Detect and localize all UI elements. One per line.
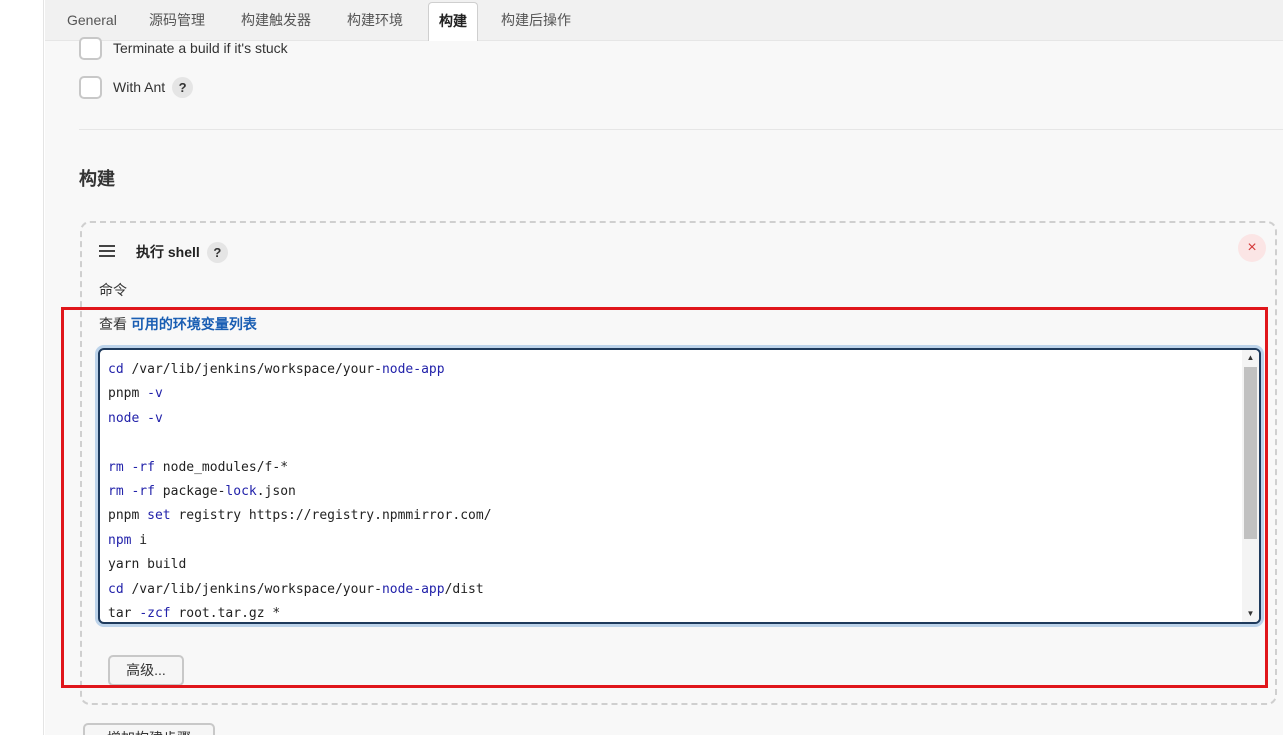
build-section-title: 构建 <box>79 169 115 189</box>
tab-general[interactable]: General <box>67 0 117 41</box>
drag-handle-icon[interactable] <box>99 245 115 257</box>
code-line: rm -rf node_modules/f-* <box>108 459 289 475</box>
help-icon[interactable]: ? <box>172 76 194 98</box>
code-line: npm i <box>108 532 148 548</box>
step-title: 执行 shell <box>136 244 200 260</box>
add-build-step-button[interactable]: 增加构建步骤 <box>83 723 215 735</box>
tab-post-build[interactable]: 构建后操作 <box>501 0 571 41</box>
scroll-down-icon[interactable]: ▼ <box>1242 606 1259 622</box>
code-line: tar -zcf root.tar.gz * <box>108 605 281 621</box>
code-line: cd /var/lib/jenkins/workspace/your-node-… <box>108 581 484 597</box>
left-gutter <box>0 0 44 735</box>
terminate-stuck-label: Terminate a build if it's stuck <box>113 40 288 56</box>
help-icon[interactable]: ? <box>206 241 228 263</box>
remove-step-button[interactable]: × <box>1238 234 1266 262</box>
env-vars-line: 查看 可用的环境变量列表 <box>99 314 257 334</box>
option-terminate-stuck: Terminate a build if it's stuck <box>79 36 288 60</box>
config-tabs: General 源码管理 构建触发器 构建环境 构建 构建后操作 <box>45 0 1283 41</box>
code-line: ​ <box>108 431 492 455</box>
section-divider <box>79 129 1283 130</box>
scroll-up-icon[interactable]: ▲ <box>1242 350 1259 366</box>
command-editor[interactable]: cd /var/lib/jenkins/workspace/your-node-… <box>98 348 1261 624</box>
with-ant-label: With Ant <box>113 79 166 95</box>
config-main: General 源码管理 构建触发器 构建环境 构建 构建后操作 Termina… <box>45 0 1283 735</box>
execute-shell-step: 执行 shell ? × 命令 查看 可用的环境变量列表 cd /var/lib… <box>80 221 1277 705</box>
command-code[interactable]: cd /var/lib/jenkins/workspace/your-node-… <box>108 358 492 622</box>
env-vars-prefix: 查看 <box>99 316 127 332</box>
tab-build-environment[interactable]: 构建环境 <box>347 0 403 41</box>
code-line: pnpm -v <box>108 386 163 402</box>
code-line: yarn build <box>108 557 187 573</box>
code-line: rm -rf package-lock.json <box>108 483 296 499</box>
with-ant-checkbox[interactable] <box>79 75 102 99</box>
scroll-thumb[interactable] <box>1244 367 1257 539</box>
editor-scrollbar[interactable]: ▲ ▼ <box>1242 350 1259 622</box>
code-line: pnpm set registry https://registry.npmmi… <box>108 508 492 524</box>
tab-source-management[interactable]: 源码管理 <box>149 0 205 41</box>
terminate-stuck-checkbox[interactable] <box>79 36 102 60</box>
code-line: cd /var/lib/jenkins/workspace/your-node-… <box>108 362 445 377</box>
option-with-ant: With Ant ? <box>79 75 194 99</box>
env-vars-link[interactable]: 可用的环境变量列表 <box>131 316 257 332</box>
advanced-button[interactable]: 高级... <box>108 655 184 686</box>
step-header: 执行 shell ? <box>136 241 228 263</box>
code-line: node -v <box>108 410 163 426</box>
command-label: 命令 <box>99 282 127 298</box>
tab-build[interactable]: 构建 <box>428 2 478 41</box>
tab-build-triggers[interactable]: 构建触发器 <box>241 0 311 41</box>
